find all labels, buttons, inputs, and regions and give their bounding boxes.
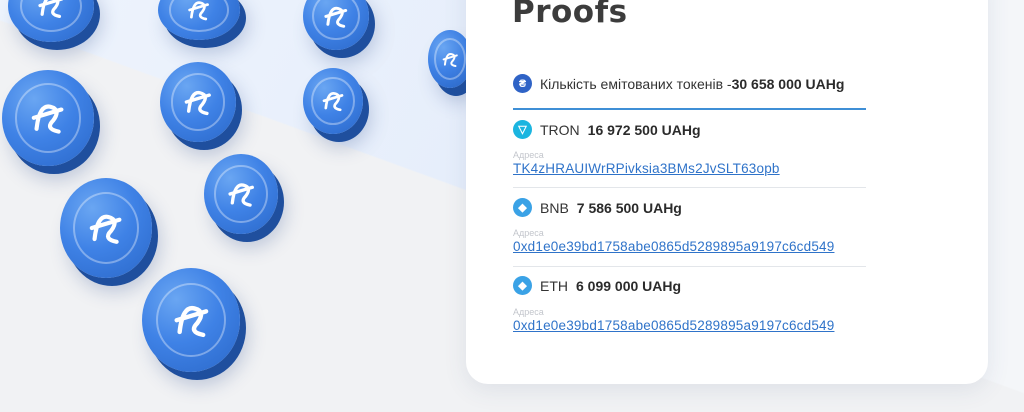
coin-icon <box>303 68 363 134</box>
address-label: Адреса <box>513 307 544 317</box>
address-link-tron[interactable]: TK4zHRAUIWrRPivksia3BMs2JvSLT63opb <box>513 161 780 176</box>
total-tokens-row: ₴ Кількість емітованих токенів - 30 658 … <box>513 74 844 93</box>
coin-icon <box>204 154 278 234</box>
network-row-eth: ◆ ETH 6 099 000 UAHg <box>513 276 681 295</box>
network-name: BNB <box>540 199 569 216</box>
divider <box>513 187 866 188</box>
network-amount: 7 586 500 UAHg <box>576 199 682 216</box>
page-title: Proofs <box>512 0 628 30</box>
network-name: TRON <box>540 121 580 138</box>
address-label: Адреса <box>513 228 544 238</box>
coin-icon <box>142 268 240 372</box>
summary-divider <box>513 108 866 110</box>
network-name: ETH <box>540 277 568 294</box>
divider <box>513 266 866 267</box>
uahg-token-icon: ₴ <box>513 74 532 93</box>
address-link-bnb[interactable]: 0xd1e0e39bd1758abe0865d5289895a9197c6cd5… <box>513 239 834 254</box>
network-row-bnb: ◆ BNB 7 586 500 UAHg <box>513 198 682 217</box>
coin-icon <box>160 62 236 142</box>
network-amount: 6 099 000 UAHg <box>576 277 682 294</box>
address-label: Адреса <box>513 150 544 160</box>
total-tokens-value: 30 658 000 UAHg <box>731 75 845 92</box>
address-link-eth[interactable]: 0xd1e0e39bd1758abe0865d5289895a9197c6cd5… <box>513 318 834 333</box>
bnb-icon: ◆ <box>513 198 532 217</box>
tron-icon: ▽ <box>513 120 532 139</box>
network-amount: 16 972 500 UAHg <box>587 121 701 138</box>
coin-icon <box>2 70 94 166</box>
total-tokens-label: Кількість емітованих токенів - <box>540 75 732 92</box>
network-row-tron: ▽ TRON 16 972 500 UAHg <box>513 120 701 139</box>
coin-icon <box>60 178 152 278</box>
eth-icon: ◆ <box>513 276 532 295</box>
